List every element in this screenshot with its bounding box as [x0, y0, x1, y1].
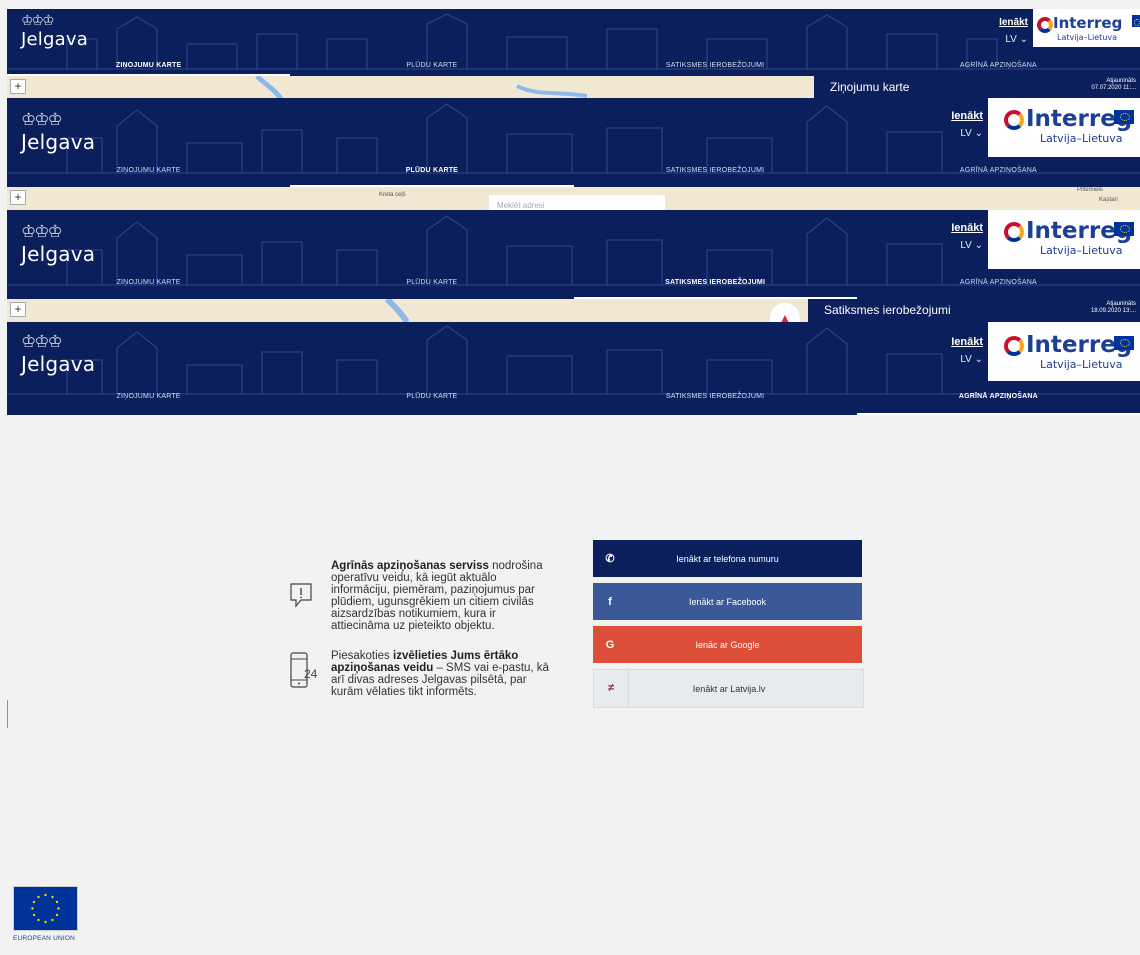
- tab-pludu-karte[interactable]: Plūdu karte: [290, 279, 573, 299]
- site-header: ♔♔♔ Jelgava Ienākt LV ⌄ Interreg Latvija…: [7, 322, 1140, 415]
- main-nav: Ziņojumu karte Plūdu karte Satiksmes ier…: [7, 167, 1140, 187]
- screen-strip-2: ♔♔♔ Jelgava Ienākt LV ⌄ Interreg Latvija…: [7, 98, 1140, 210]
- tab-satiksmes-ierobezojumi[interactable]: Satiksmes ierobežojumi: [574, 62, 857, 76]
- zoom-in-button[interactable]: +: [10, 302, 26, 317]
- interreg-swirl-icon: [1004, 222, 1024, 242]
- main-nav: Ziņojumu karte Plūdu karte Satiksmes ier…: [7, 393, 1140, 415]
- eu-flag-icon: [13, 886, 78, 931]
- map-rivers: [384, 299, 410, 322]
- tab-satiksmes-ierobezojumi[interactable]: Satiksmes ierobežojumi: [573, 279, 858, 299]
- site-header: ♔♔♔ Jelgava Ienākt LV ⌄ Interreg Latvija…: [7, 98, 1140, 187]
- tab-zinojumu-karte[interactable]: Ziņojumu karte: [7, 167, 290, 187]
- latvija-flag-icon: ≠: [594, 670, 629, 707]
- flood-map[interactable]: + Meklēt adresi Kreta ceļš Piltemieki Ka…: [7, 187, 1140, 210]
- panel-updated: Atjaunināts 18.09.2020 13:...: [1090, 301, 1136, 314]
- login-link[interactable]: Ienākt: [999, 17, 1028, 28]
- eu-label: EUROPEAN UNION: [13, 935, 76, 942]
- icon-24-label: 24: [304, 667, 318, 681]
- map-place-label: Kreta ceļš: [379, 192, 406, 198]
- tab-zinojumu-karte[interactable]: Ziņojumu karte: [7, 279, 290, 299]
- login-phone-button[interactable]: ✆ Ienākt ar telefona numuru: [593, 540, 862, 577]
- interreg-swirl-icon: [1004, 110, 1024, 130]
- login-facebook-button[interactable]: f Ienākt ar Facebook: [593, 583, 862, 620]
- login-link[interactable]: Ienākt: [951, 222, 983, 234]
- login-google-button[interactable]: G Ienāc ar Google: [593, 626, 862, 663]
- interreg-logo: Interreg Latvija–Lietuva: [988, 210, 1140, 269]
- header-user-box: Ienākt LV ⌄: [951, 222, 983, 251]
- map-place-label: Kaștari: [1099, 197, 1118, 203]
- tab-satiksmes-ierobezojumi[interactable]: Satiksmes ierobežojumi: [574, 167, 857, 187]
- eu-footer-logo: EUROPEAN UNION: [13, 886, 78, 942]
- speech-exclamation-icon: [290, 583, 312, 608]
- crown-icon: ♔♔♔: [21, 222, 63, 242]
- eu-flag-icon: [1132, 15, 1140, 27]
- crown-icon: ♔♔♔: [21, 332, 63, 352]
- interreg-logo: Interreg Latvija–Lietuva: [988, 98, 1140, 157]
- panel-title: Ziņojumu karte: [830, 80, 910, 94]
- header-user-box: Ienākt LV ⌄: [951, 110, 983, 139]
- map-place-label: Piltemieki: [1077, 187, 1103, 193]
- interreg-swirl-icon: [1037, 17, 1053, 33]
- jelgava-logo[interactable]: ♔♔♔ Jelgava: [21, 110, 95, 154]
- panel-title: Satiksmes ierobežojumi: [824, 303, 951, 317]
- traffic-map[interactable]: + ▲ Satiksmes ierobežojumi Atjaunināts 1…: [7, 299, 1140, 322]
- info-text-2: Piesakoties izvēlieties Jums ērtāko apzi…: [331, 650, 549, 698]
- language-select[interactable]: LV ⌄: [951, 354, 983, 365]
- eu-flag-icon: [1114, 110, 1134, 124]
- site-header: ♔♔♔ Jelgava Ienākt LV ⌄ Interreg Latvija…: [7, 9, 1140, 76]
- eu-flag-icon: [1114, 336, 1134, 350]
- screen-strip-4: ♔♔♔ Jelgava Ienākt LV ⌄ Interreg Latvija…: [7, 322, 1140, 415]
- interreg-logo: Interreg Latvija–Lietuva: [988, 322, 1140, 381]
- language-select[interactable]: LV ⌄: [951, 128, 983, 139]
- zoom-in-button[interactable]: +: [10, 79, 26, 94]
- tab-satiksmes-ierobezojumi[interactable]: Satiksmes ierobežojumi: [574, 393, 857, 415]
- tab-agrina-apzinosana[interactable]: Agrīnā apziņošana: [857, 279, 1140, 299]
- eu-flag-icon: [1114, 222, 1134, 236]
- map-side-panel: Satiksmes ierobežojumi Atjaunināts 18.09…: [808, 299, 1140, 322]
- google-icon: G: [605, 638, 615, 651]
- header-user-box: Ienākt LV ⌄: [951, 336, 983, 365]
- tab-pludu-karte[interactable]: Plūdu karte: [290, 167, 574, 187]
- phone-icon: ✆: [605, 553, 615, 565]
- language-select[interactable]: LV ⌄: [999, 34, 1028, 45]
- tab-agrina-apzinosana[interactable]: Agrīnā apziņošana: [857, 167, 1140, 187]
- interreg-swirl-icon: [1004, 336, 1024, 356]
- tab-zinojumu-karte[interactable]: Ziņojumu karte: [7, 62, 291, 76]
- login-link[interactable]: Ienākt: [951, 110, 983, 122]
- screen-strip-3: ♔♔♔ Jelgava Ienākt LV ⌄ Interreg Latvija…: [7, 210, 1140, 322]
- facebook-icon: f: [608, 595, 612, 608]
- address-search-input[interactable]: Meklēt adresi: [489, 195, 665, 210]
- jelgava-logo[interactable]: ♔♔♔ Jelgava: [21, 222, 95, 266]
- main-nav: Ziņojumu karte Plūdu karte Satiksmes ier…: [7, 62, 1140, 76]
- language-select[interactable]: LV ⌄: [951, 240, 983, 251]
- screen-strip-1: ♔♔♔ Jelgava Ienākt LV ⌄ Interreg Latvija…: [7, 9, 1140, 101]
- login-latvija-button[interactable]: ≠ Ienākt ar Latvija.lv: [593, 669, 864, 708]
- tab-pludu-karte[interactable]: Plūdu karte: [290, 393, 573, 415]
- info-text-1: Agrīnās apziņošanas serviss nodrošina op…: [331, 560, 543, 632]
- crown-icon: ♔♔♔: [21, 110, 63, 130]
- jelgava-logo[interactable]: ♔♔♔ Jelgava: [21, 332, 95, 376]
- jelgava-logo[interactable]: ♔♔♔ Jelgava: [21, 13, 88, 50]
- header-user-box: Ienākt LV ⌄: [999, 17, 1028, 45]
- tab-agrina-apzinosana[interactable]: Agrīnā apziņošana: [857, 62, 1140, 76]
- tab-zinojumu-karte[interactable]: Ziņojumu karte: [7, 393, 290, 415]
- main-nav: Ziņojumu karte Plūdu karte Satiksmes ier…: [7, 279, 1140, 299]
- interreg-logo: Interreg Latvija–Lietuva: [1033, 9, 1140, 47]
- tab-pludu-karte[interactable]: Plūdu karte: [290, 62, 573, 76]
- crown-icon: ♔♔♔: [21, 13, 55, 29]
- login-link[interactable]: Ienākt: [951, 336, 983, 348]
- tab-agrina-apzinosana[interactable]: Agrīnā apziņošana: [856, 393, 1140, 415]
- zoom-in-button[interactable]: +: [10, 190, 26, 205]
- panel-updated: Atjaunināts 07.07.2020 11:...: [1091, 78, 1136, 91]
- site-header: ♔♔♔ Jelgava Ienākt LV ⌄ Interreg Latvija…: [7, 210, 1140, 299]
- divider: [7, 700, 8, 728]
